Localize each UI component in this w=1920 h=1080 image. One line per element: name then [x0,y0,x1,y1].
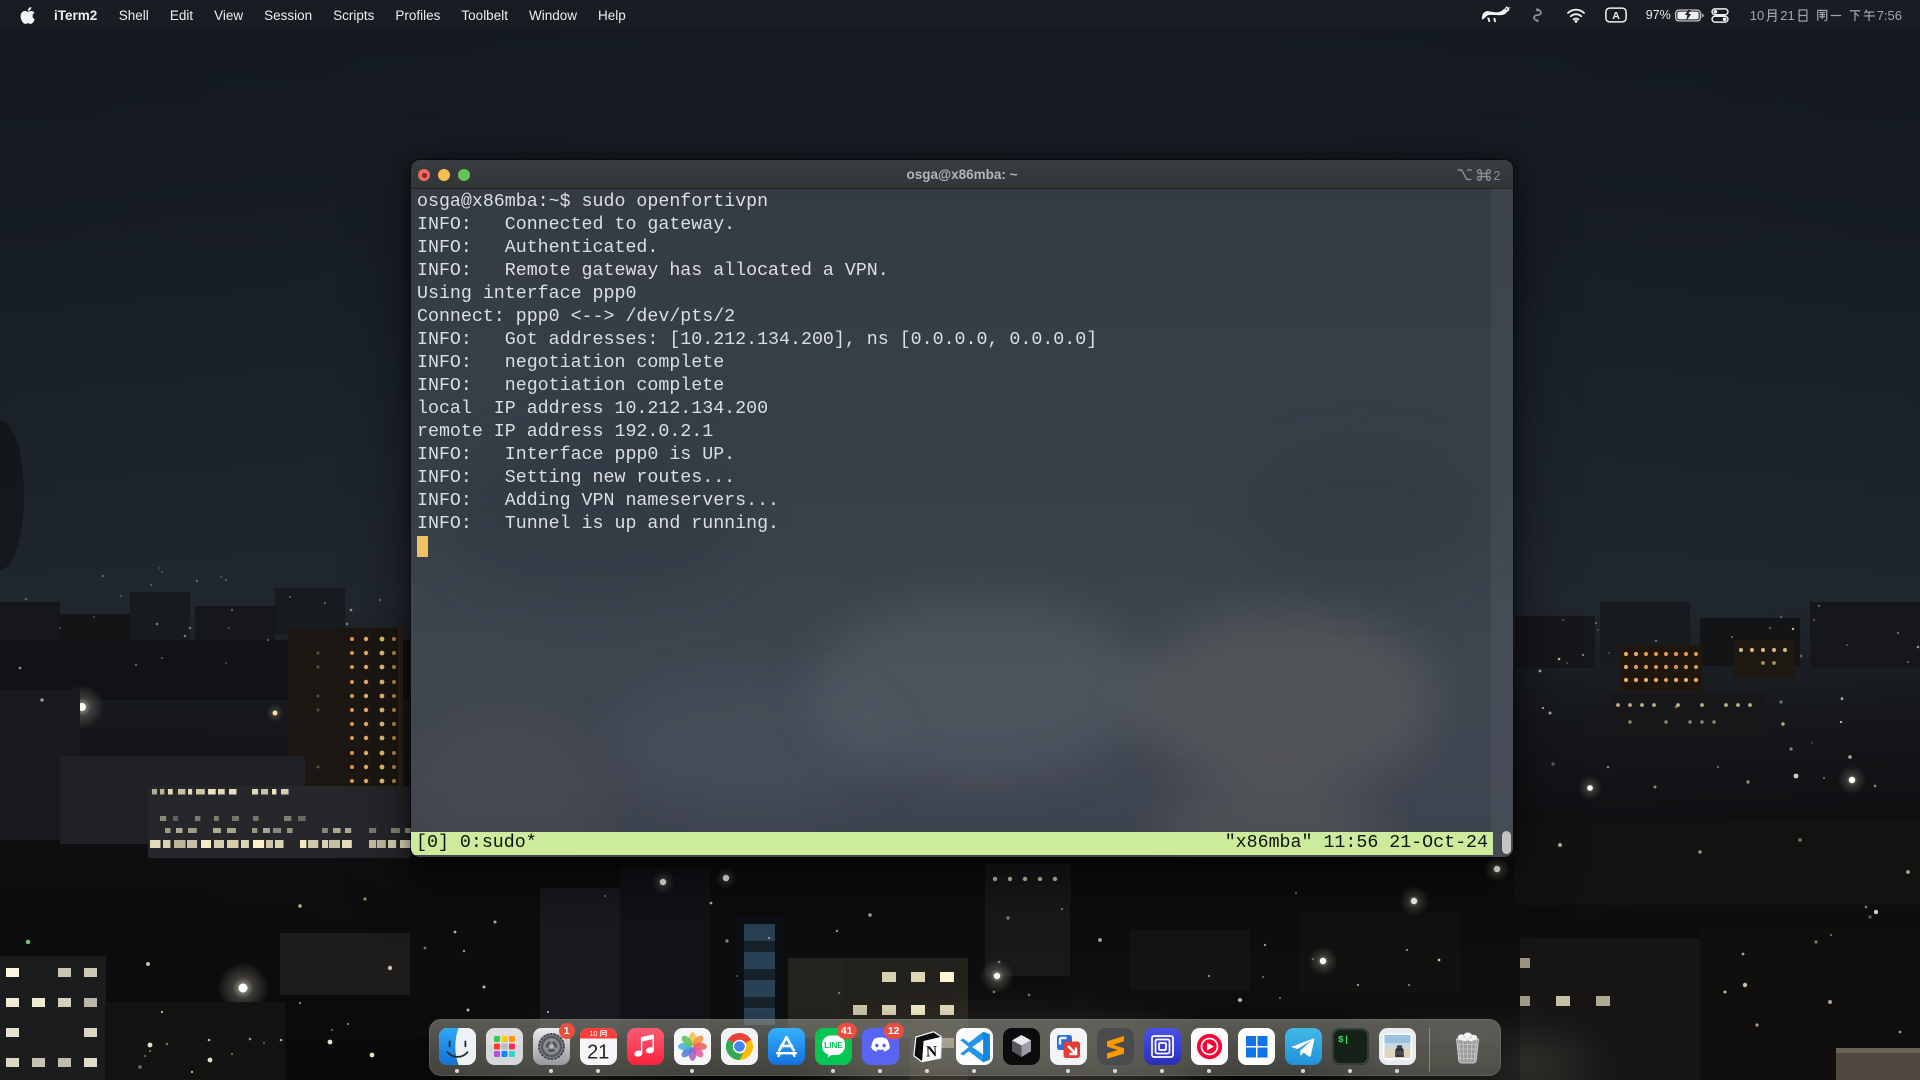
svg-text:21: 21 [587,1041,609,1063]
svg-text:N: N [925,1043,937,1060]
svg-text:$|: $| [1338,1034,1349,1045]
svg-text:2: 2 [1494,169,1501,183]
svg-text:10: 10 [589,1029,597,1038]
svg-text:A: A [1612,10,1620,22]
svg-text:LINE: LINE [824,1041,843,1050]
